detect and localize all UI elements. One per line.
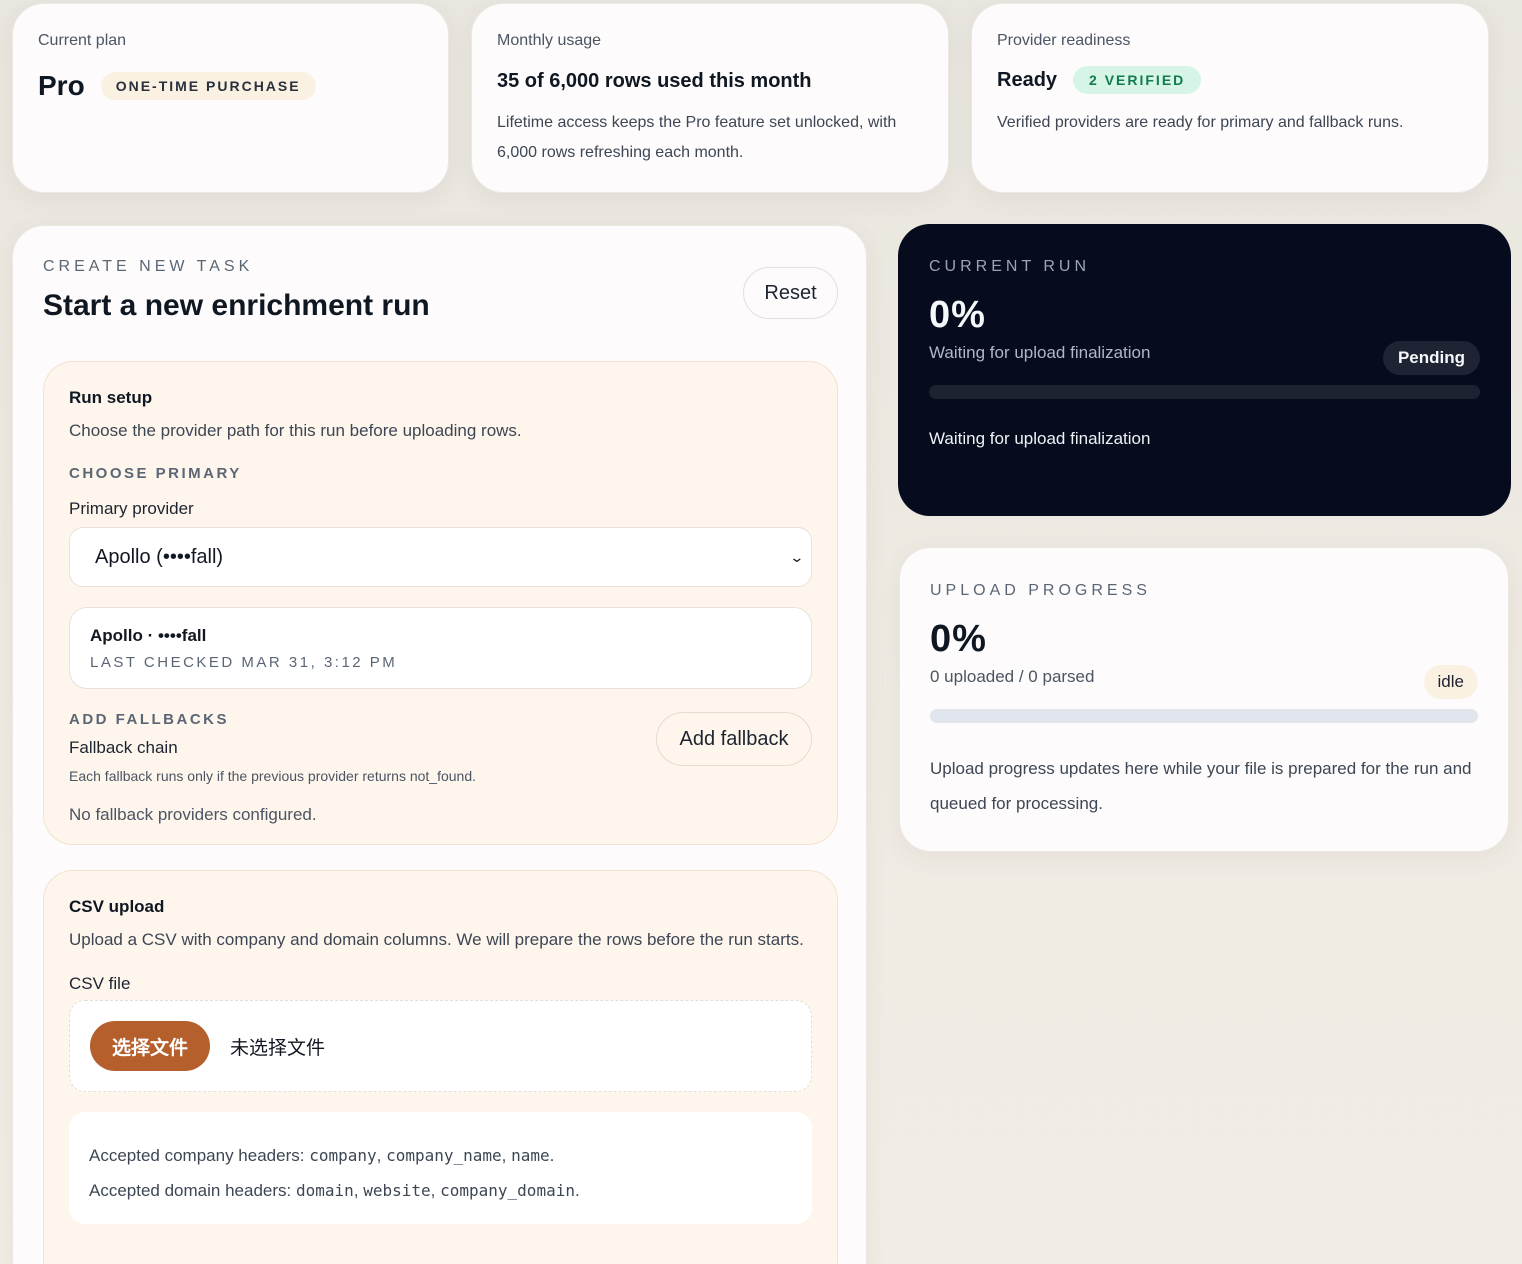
monthly-usage-card: Monthly usage 35 of 6,000 rows used this… — [471, 3, 949, 193]
accepted-headers-box: Accepted company headers: company, compa… — [69, 1112, 812, 1224]
plan-badge: ONE-TIME PURCHASE — [100, 72, 316, 100]
verified-badge: 2 VERIFIED — [1073, 66, 1202, 94]
upload-progress-bar — [930, 709, 1478, 723]
current-plan-card: Current plan Pro ONE-TIME PURCHASE — [12, 3, 449, 193]
company-header: company — [309, 1146, 377, 1165]
choose-file-button[interactable]: 选择文件 — [90, 1021, 210, 1071]
fallback-chain-note: Each fallback runs only if the previous … — [69, 768, 477, 784]
provider-card-name: Apollo · ••••fall — [90, 626, 207, 645]
no-file-chosen-text: 未选择文件 — [230, 1036, 326, 1059]
current-run-eyebrow: CURRENT RUN — [929, 258, 1091, 275]
create-task-eyebrow: CREATE NEW TASK — [43, 258, 254, 275]
csv-upload-description: Upload a CSV with company and domain col… — [69, 930, 804, 949]
upload-progress-message: Upload progress updates here while your … — [930, 759, 1472, 813]
readiness-body: Verified providers are ready for primary… — [997, 114, 1404, 131]
company-header: name — [511, 1146, 550, 1165]
upload-progress-eyebrow: UPLOAD PROGRESS — [930, 582, 1151, 599]
usage-body: Lifetime access keeps the Pro feature se… — [497, 114, 897, 161]
provider-last-checked: LAST CHECKED MAR 31, 3:12 PM — [90, 654, 398, 671]
company-headers-line: Accepted company headers: company, compa… — [89, 1146, 555, 1165]
usage-title: 35 of 6,000 rows used this month — [497, 70, 812, 92]
primary-provider-label: Primary provider — [69, 499, 194, 518]
no-fallbacks-message: No fallback providers configured. — [69, 805, 317, 824]
current-run-card: CURRENT RUN 0% Waiting for upload finali… — [898, 224, 1511, 516]
primary-provider-select[interactable]: Apollo (••••fall) ⌄ — [69, 527, 812, 587]
monthly-usage-label: Monthly usage — [497, 32, 602, 49]
reset-button[interactable]: Reset — [743, 267, 838, 319]
current-run-message: Waiting for upload finalization — [929, 429, 1151, 448]
upload-progress-card: UPLOAD PROGRESS 0% 0 uploaded / 0 parsed… — [899, 547, 1509, 852]
primary-provider-value: Apollo (••••fall) — [95, 545, 224, 568]
run-setup-description: Choose the provider path for this run be… — [69, 421, 522, 440]
create-task-panel: CREATE NEW TASK Start a new enrichment r… — [12, 225, 867, 1264]
current-run-percent: 0% — [929, 294, 986, 336]
domain-header: website — [363, 1181, 431, 1200]
domain-headers-line: Accepted domain headers: domain, website… — [89, 1181, 580, 1200]
add-fallback-button[interactable]: Add fallback — [656, 712, 812, 766]
provider-readiness-label: Provider readiness — [997, 32, 1131, 49]
domain-headers-prefix: Accepted domain headers: — [89, 1181, 296, 1200]
run-setup-section: Run setup Choose the provider path for t… — [43, 361, 838, 845]
current-run-progress-bar — [929, 385, 1480, 399]
domain-header: company_domain — [440, 1181, 575, 1200]
csv-file-input[interactable]: 选择文件 未选择文件 — [69, 1000, 812, 1092]
csv-upload-title: CSV upload — [69, 897, 165, 916]
readiness-status: Ready — [997, 68, 1058, 91]
upload-progress-counts: 0 uploaded / 0 parsed — [930, 667, 1095, 686]
status-badge: Pending — [1382, 341, 1480, 375]
csv-file-label: CSV file — [69, 974, 131, 993]
run-setup-title: Run setup — [69, 388, 153, 407]
chevron-down-icon: ⌄ — [789, 548, 805, 565]
provider-status-card: Apollo · ••••fall LAST CHECKED MAR 31, 3… — [69, 607, 812, 689]
csv-upload-section: CSV upload Upload a CSV with company and… — [43, 870, 838, 1264]
current-plan-label: Current plan — [38, 32, 127, 49]
status-badge: idle — [1423, 665, 1478, 699]
company-header: company_name — [386, 1146, 502, 1165]
plan-name: Pro — [38, 70, 85, 101]
page-title: Start a new enrichment run — [43, 289, 430, 322]
upload-progress-percent: 0% — [930, 618, 987, 660]
fallback-chain: ADD FALLBACKS Fallback chain Each fallba… — [69, 711, 812, 784]
choose-primary-eyebrow: CHOOSE PRIMARY — [69, 465, 242, 482]
domain-header: domain — [295, 1181, 354, 1200]
provider-readiness-card: Provider readiness Ready 2 VERIFIED Veri… — [971, 3, 1489, 193]
company-headers-prefix: Accepted company headers: — [89, 1146, 310, 1165]
